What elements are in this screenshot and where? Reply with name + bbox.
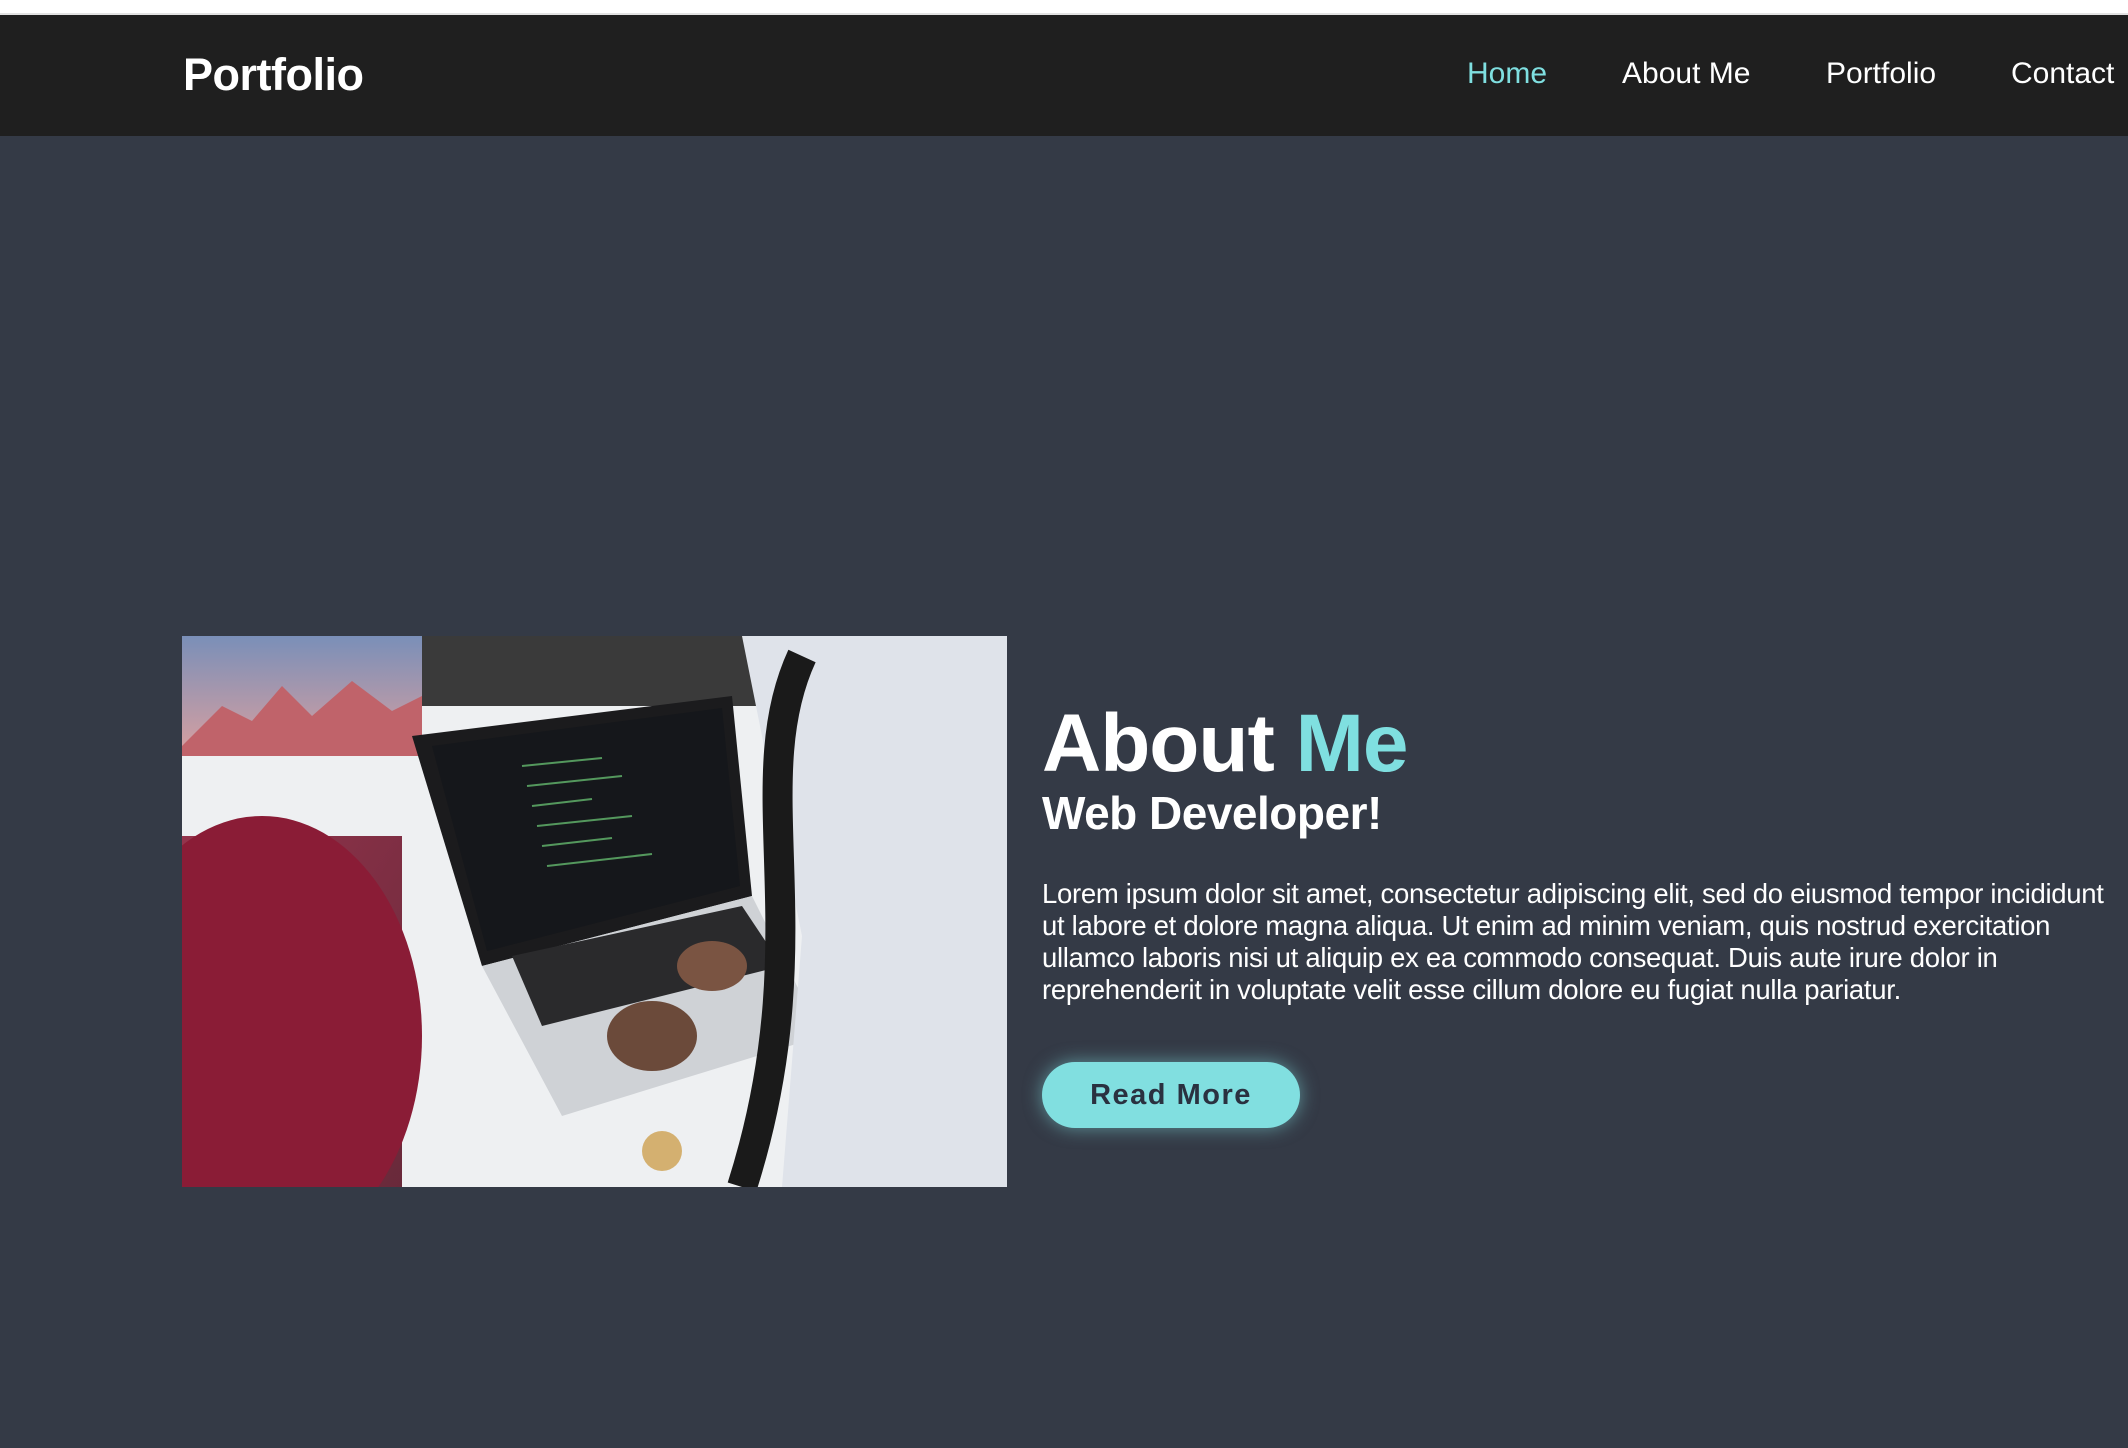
- about-heading-accent: Me: [1295, 698, 1409, 789]
- nav-link-home[interactable]: Home: [1467, 57, 1547, 91]
- read-more-button[interactable]: Read More: [1042, 1062, 1300, 1128]
- about-heading-part1: About: [1042, 698, 1275, 789]
- browser-top-strip: [0, 0, 2128, 15]
- about-body: Lorem ipsum dolor sit amet, consectetur …: [1042, 878, 2104, 1005]
- nav-link-about-me[interactable]: About Me: [1622, 57, 1750, 91]
- nav-link-portfolio[interactable]: Portfolio: [1826, 57, 1936, 91]
- site-logo[interactable]: Portfolio: [183, 49, 364, 101]
- about-subtitle: Web Developer!: [1042, 787, 1382, 839]
- about-section: About Me Web Developer! Lorem ipsum dolo…: [1042, 700, 2128, 1006]
- about-heading: About Me: [1042, 700, 2128, 788]
- nav-link-contact[interactable]: Contact: [2011, 57, 2114, 91]
- about-image: [182, 636, 1007, 1187]
- navbar: Portfolio Home About Me Portfolio Contac…: [0, 15, 2128, 136]
